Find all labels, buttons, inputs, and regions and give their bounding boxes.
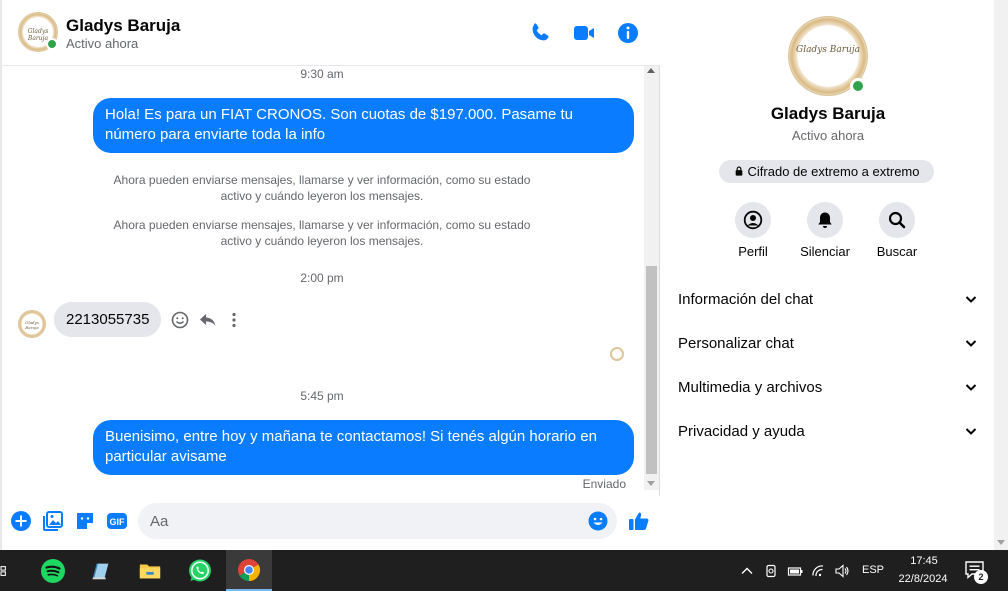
reply-icon[interactable]: [198, 310, 218, 330]
file-explorer-icon[interactable]: [127, 550, 173, 591]
section-label: Personalizar chat: [678, 334, 794, 352]
message-scrollbar[interactable]: [644, 66, 659, 490]
message-input[interactable]: [138, 503, 617, 539]
chevron-down-icon: [964, 424, 978, 438]
chevron-down-icon: [964, 336, 978, 350]
scroll-down-arrow-icon[interactable]: [647, 481, 655, 486]
timestamp: 9:30 am: [300, 67, 344, 81]
thumbs-up-icon[interactable]: [628, 510, 650, 532]
chevron-down-icon: [964, 292, 978, 306]
mute-action-label: Silenciar: [800, 244, 850, 259]
profile-action-label: Perfil: [738, 244, 768, 259]
volume-icon[interactable]: [834, 563, 850, 579]
incoming-message[interactable]: 2213055735: [54, 302, 162, 337]
profile-icon[interactable]: [735, 202, 771, 238]
wifi-icon[interactable]: [811, 563, 827, 579]
online-indicator: [46, 38, 58, 50]
info-icon[interactable]: [616, 21, 640, 45]
chat-header: Gladys Baruja Gladys Baruja Activo ahora: [2, 0, 660, 66]
sent-status: Enviado: [582, 477, 626, 491]
timestamp: 5:45 pm: [300, 389, 344, 403]
photo-gallery-icon[interactable]: [42, 510, 64, 532]
battery-icon[interactable]: [787, 563, 803, 579]
scroll-thumb[interactable]: [646, 266, 657, 474]
chat-pane: Gladys Baruja Gladys Baruja Activo ahora…: [2, 0, 660, 550]
mute-action[interactable]: Silenciar: [785, 202, 865, 259]
clock-time[interactable]: 17:45: [898, 555, 950, 567]
system-notice: Ahora pueden enviarse mensajes, llamarse…: [113, 173, 531, 203]
section-customize-chat[interactable]: Personalizar chat: [678, 325, 978, 361]
notepad-app-icon[interactable]: [78, 550, 124, 591]
section-label: Multimedia y archivos: [678, 378, 823, 396]
task-view-icon[interactable]: [0, 550, 16, 591]
notification-count-badge: 2: [974, 570, 988, 584]
more-options-icon[interactable]: [224, 310, 244, 330]
outgoing-message[interactable]: Hola! Es para un FIAT CRONOS. Son cuotas…: [93, 98, 634, 153]
chrome-icon[interactable]: [226, 550, 272, 591]
contact-name[interactable]: Gladys Baruja: [66, 16, 180, 36]
timestamp: 2:00 pm: [300, 271, 344, 285]
section-label: Información del chat: [678, 290, 814, 308]
window-scrollbar[interactable]: [994, 0, 1008, 550]
conversation-info-panel: Gladys Baruja Gladys Baruja Activo ahora…: [662, 0, 994, 550]
app-window: Gladys Baruja Gladys Baruja Activo ahora…: [0, 0, 1008, 591]
encryption-badge[interactable]: Cifrado de extremo a extremo: [719, 160, 934, 183]
contact-status: Activo ahora: [66, 36, 139, 51]
message-composer: GIF: [2, 496, 660, 550]
message-list[interactable]: 9:30 am Hola! Es para un FIAT CRONOS. So…: [2, 66, 642, 494]
scroll-up-arrow-icon[interactable]: [647, 68, 655, 73]
sender-avatar[interactable]: Gladys Baruja: [18, 310, 46, 338]
section-privacy-help[interactable]: Privacidad y ayuda: [678, 413, 978, 449]
profile-status: Activo ahora: [791, 128, 865, 143]
encryption-label: Cifrado de extremo a extremo: [747, 164, 920, 179]
system-notice: Ahora pueden enviarse mensajes, llamarse…: [113, 218, 531, 248]
chevron-up-icon[interactable]: [739, 563, 755, 579]
clock-date[interactable]: 22/8/2024: [892, 573, 954, 585]
chevron-down-icon: [964, 380, 978, 394]
avatar-logo-text: Gladys Baruja: [25, 320, 39, 331]
profile-name: Gladys Baruja: [770, 104, 886, 123]
smiley-react-icon[interactable]: [170, 310, 190, 330]
outgoing-message[interactable]: Buenisimo, entre hoy y mañana te contact…: [93, 420, 634, 475]
online-indicator: [850, 78, 866, 94]
plus-circle-icon[interactable]: [10, 510, 32, 532]
video-camera-icon[interactable]: [572, 21, 596, 45]
section-media-files[interactable]: Multimedia y archivos: [678, 369, 978, 405]
search-action[interactable]: Buscar: [857, 202, 937, 259]
emoji-icon[interactable]: [588, 511, 608, 531]
search-icon[interactable]: [879, 202, 915, 238]
section-label: Privacidad y ayuda: [678, 422, 805, 440]
search-action-label: Buscar: [876, 244, 918, 259]
phone-icon[interactable]: [528, 21, 552, 45]
whatsapp-icon[interactable]: [177, 550, 223, 591]
spotify-icon[interactable]: [30, 550, 76, 591]
gif-icon[interactable]: GIF: [106, 510, 128, 532]
device-icon[interactable]: [763, 563, 779, 579]
avatar-logo-text: Gladys Baruja: [796, 45, 860, 56]
sticker-icon[interactable]: [74, 510, 96, 532]
bell-icon[interactable]: [807, 202, 843, 238]
input-language[interactable]: ESP: [862, 564, 884, 576]
svg-text:GIF: GIF: [110, 517, 126, 527]
read-receipt-avatar: [610, 347, 624, 361]
section-chat-info[interactable]: Información del chat: [678, 281, 978, 317]
profile-action[interactable]: Perfil: [713, 202, 793, 259]
scroll-down-arrow-icon[interactable]: [997, 540, 1005, 545]
lock-icon: [734, 164, 744, 179]
windows-taskbar: ESP 17:45 22/8/2024 2: [0, 550, 1008, 591]
